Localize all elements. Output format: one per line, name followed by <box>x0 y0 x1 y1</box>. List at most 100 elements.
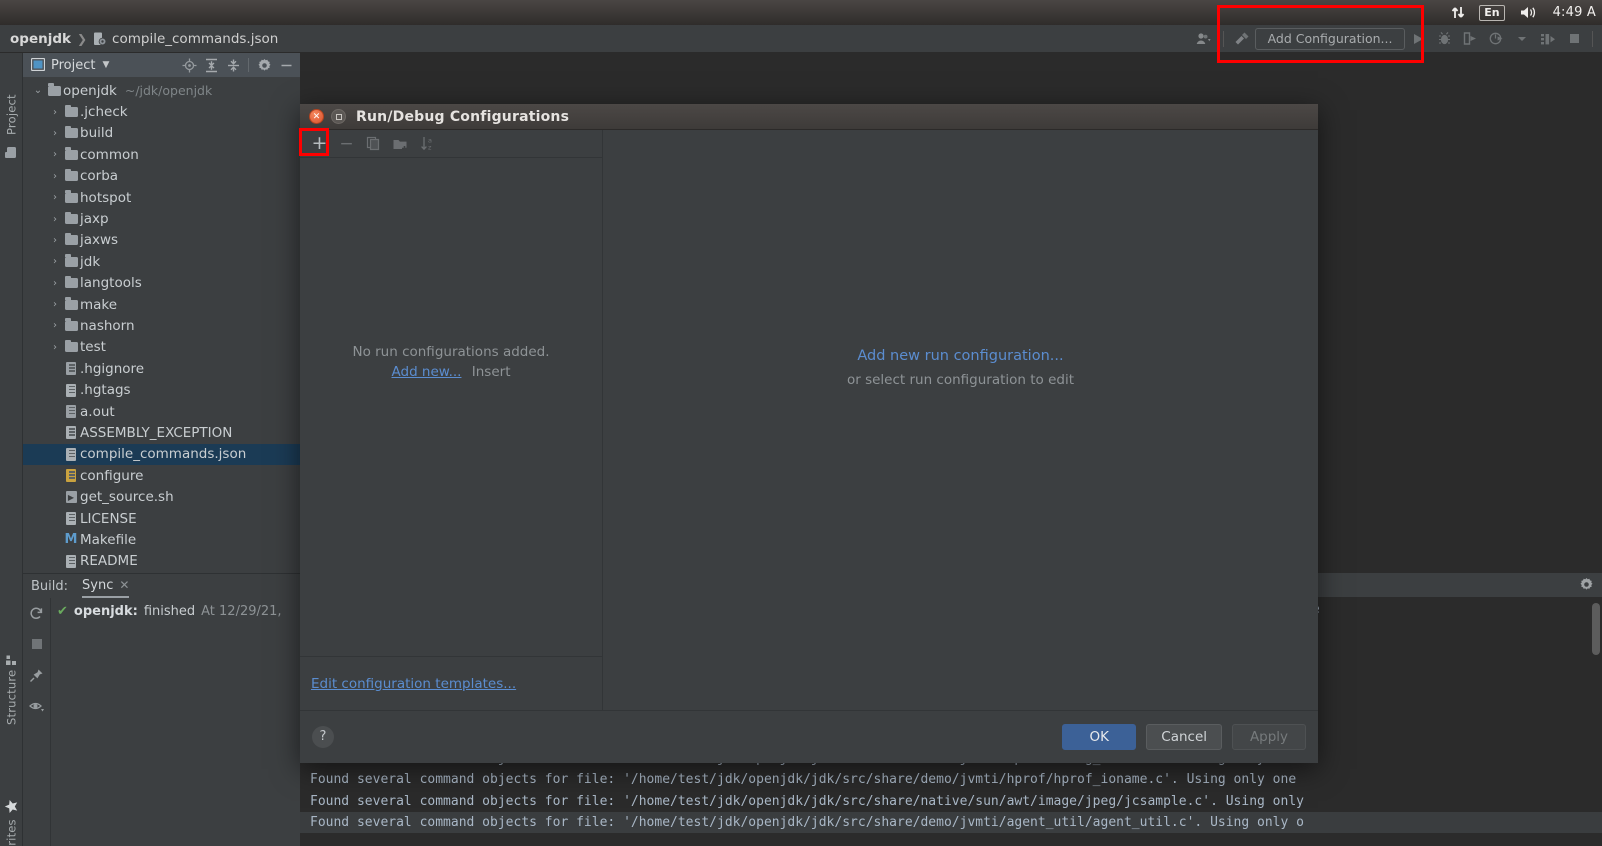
hide-icon[interactable] <box>276 55 296 75</box>
rerun-icon[interactable] <box>28 604 46 622</box>
tree-node-get-source-sh[interactable]: ▶ get_source.sh <box>23 486 300 507</box>
console-scrollbar[interactable] <box>1592 603 1600 655</box>
add-new-configuration-link[interactable]: Add new... <box>392 364 462 380</box>
sidebar-item-project[interactable]: Project <box>0 53 23 135</box>
chevron-right-icon[interactable]: › <box>48 342 62 353</box>
sidebar-favorites-label: Favorites <box>5 819 19 846</box>
tree-node--hgignore[interactable]: .hgignore <box>23 358 300 379</box>
tree-node-label: build <box>80 125 114 142</box>
add-configuration-button[interactable]: Add Configuration... <box>1255 27 1405 50</box>
run-icon[interactable] <box>1405 27 1431 51</box>
chevron-right-icon[interactable]: › <box>48 192 62 203</box>
chevron-right-icon[interactable]: › <box>48 149 62 160</box>
stop-icon[interactable] <box>28 635 46 653</box>
edit-configuration-templates-link[interactable]: Edit configuration templates... <box>311 676 516 692</box>
tree-node-jaxp[interactable]: › jaxp <box>23 208 300 229</box>
chevron-right-icon[interactable]: › <box>48 107 62 118</box>
tree-node-compile-commands-json[interactable]: compile_commands.json <box>23 443 300 466</box>
remove-configuration-button[interactable]: − <box>335 132 358 155</box>
tree-node-jaxws[interactable]: › jaxws <box>23 230 300 251</box>
create-folder-button[interactable] <box>389 132 412 155</box>
tree-node-jdk[interactable]: › jdk <box>23 251 300 272</box>
chevron-right-icon[interactable]: › <box>48 214 62 225</box>
debug-icon[interactable] <box>1431 27 1457 51</box>
tree-node-make[interactable]: › make <box>23 294 300 315</box>
project-tree[interactable]: ⌄ openjdk ~/jdk/openjdk › .jcheck › build › comm… <box>23 77 300 572</box>
chevron-right-icon[interactable]: › <box>48 299 62 310</box>
add-configuration-button[interactable]: + <box>308 132 331 155</box>
breadcrumb-project[interactable]: openjdk <box>10 31 71 47</box>
cancel-button[interactable]: Cancel <box>1146 723 1222 750</box>
pin-icon[interactable] <box>28 666 46 684</box>
tab-sync[interactable]: Sync ✕ <box>82 574 130 598</box>
expand-all-icon[interactable] <box>201 55 221 75</box>
build-status-row[interactable]: ✔ openjdk: finished At 12/29/21, <box>57 604 300 619</box>
tree-node-license[interactable]: LICENSE <box>23 508 300 529</box>
locate-icon[interactable] <box>179 55 199 75</box>
chevron-right-icon[interactable]: › <box>48 235 62 246</box>
sort-configurations-button[interactable]: a z <box>416 132 439 155</box>
tree-node-readme[interactable]: README <box>23 551 300 572</box>
account-icon[interactable] <box>1192 27 1218 51</box>
attach-process-icon[interactable] <box>1535 27 1561 51</box>
sidebar-structure-label: Structure <box>4 669 19 725</box>
tree-node-label: compile_commands.json <box>80 446 247 463</box>
tree-node-corba[interactable]: › corba <box>23 166 300 187</box>
volume-icon[interactable] <box>1519 5 1539 20</box>
tree-node-a-out[interactable]: a.out <box>23 401 300 422</box>
sidebar-item-favorites[interactable]: Favorites <box>0 753 23 846</box>
makefile-icon: M <box>64 532 78 548</box>
tree-node-label: corba <box>80 168 119 185</box>
toolbar-right-group: Add Configuration... <box>1192 27 1602 51</box>
build-hammer-icon[interactable] <box>1229 27 1255 51</box>
copy-configuration-button[interactable] <box>362 132 385 155</box>
tree-node-test[interactable]: › test <box>23 337 300 358</box>
project-panel-header-actions <box>179 55 296 75</box>
right-pane-hint: or select run configuration to edit <box>846 372 1075 388</box>
configurations-toolbar: + − a z <box>300 130 602 158</box>
tree-node-label: make <box>80 296 118 313</box>
tree-node-build[interactable]: › build <box>23 123 300 144</box>
run-with-coverage-icon[interactable] <box>1457 27 1483 51</box>
chevron-right-icon[interactable]: › <box>48 171 62 182</box>
breadcrumb-file[interactable]: compile_commands.json <box>112 31 278 47</box>
tree-node-configure[interactable]: configure <box>23 465 300 486</box>
keyboard-layout-indicator[interactable]: En <box>1479 4 1505 21</box>
tree-node--jcheck[interactable]: › .jcheck <box>23 101 300 122</box>
tree-node--hgtags[interactable]: .hgtags <box>23 379 300 400</box>
tree-node-nashorn[interactable]: › nashorn <box>23 315 300 336</box>
empty-state-message: No run configurations added. <box>352 344 550 360</box>
chevron-down-icon[interactable] <box>1509 27 1535 51</box>
tree-node-common[interactable]: › common <box>23 144 300 165</box>
tree-node-label: common <box>80 146 139 163</box>
close-icon[interactable]: ✕ <box>309 109 324 124</box>
apply-button[interactable]: Apply <box>1232 723 1306 750</box>
tree-node-hotspot[interactable]: › hotspot <box>23 187 300 208</box>
chevron-down-icon[interactable]: ⌄ <box>31 85 45 96</box>
chevron-right-icon[interactable]: › <box>48 278 62 289</box>
dialog-right-pane: Add new run configuration... or select r… <box>603 130 1318 710</box>
profile-icon[interactable] <box>1483 27 1509 51</box>
chevron-right-icon[interactable]: › <box>48 128 62 139</box>
collapse-all-icon[interactable] <box>223 55 243 75</box>
add-new-run-configuration-link[interactable]: Add new run configuration... <box>857 348 1063 364</box>
network-transfer-icon[interactable] <box>1451 5 1465 20</box>
help-button[interactable]: ? <box>312 725 334 748</box>
maximize-icon[interactable] <box>331 109 346 124</box>
settings-gear-icon[interactable] <box>254 55 274 75</box>
chevron-down-icon[interactable]: ▼ <box>102 60 109 70</box>
system-clock[interactable]: 4:49 A <box>1553 5 1596 20</box>
close-icon[interactable]: ✕ <box>119 578 129 592</box>
sidebar-item-structure[interactable]: Structure <box>0 613 23 725</box>
eye-icon[interactable] <box>28 697 46 715</box>
tree-node-langtools[interactable]: › langtools <box>23 273 300 294</box>
ok-button[interactable]: OK <box>1062 723 1137 750</box>
tree-node-label: jdk <box>80 253 101 270</box>
chevron-right-icon[interactable]: › <box>48 256 62 267</box>
chevron-right-icon[interactable]: › <box>48 320 62 331</box>
tree-node-assembly-exception[interactable]: ASSEMBLY_EXCEPTION <box>23 422 300 443</box>
console-settings-gear-icon[interactable] <box>1579 577 1594 596</box>
stop-icon[interactable] <box>1561 27 1587 51</box>
tree-node-openjdk[interactable]: ⌄ openjdk ~/jdk/openjdk <box>23 80 300 101</box>
tree-node-makefile[interactable]: M Makefile <box>23 529 300 550</box>
